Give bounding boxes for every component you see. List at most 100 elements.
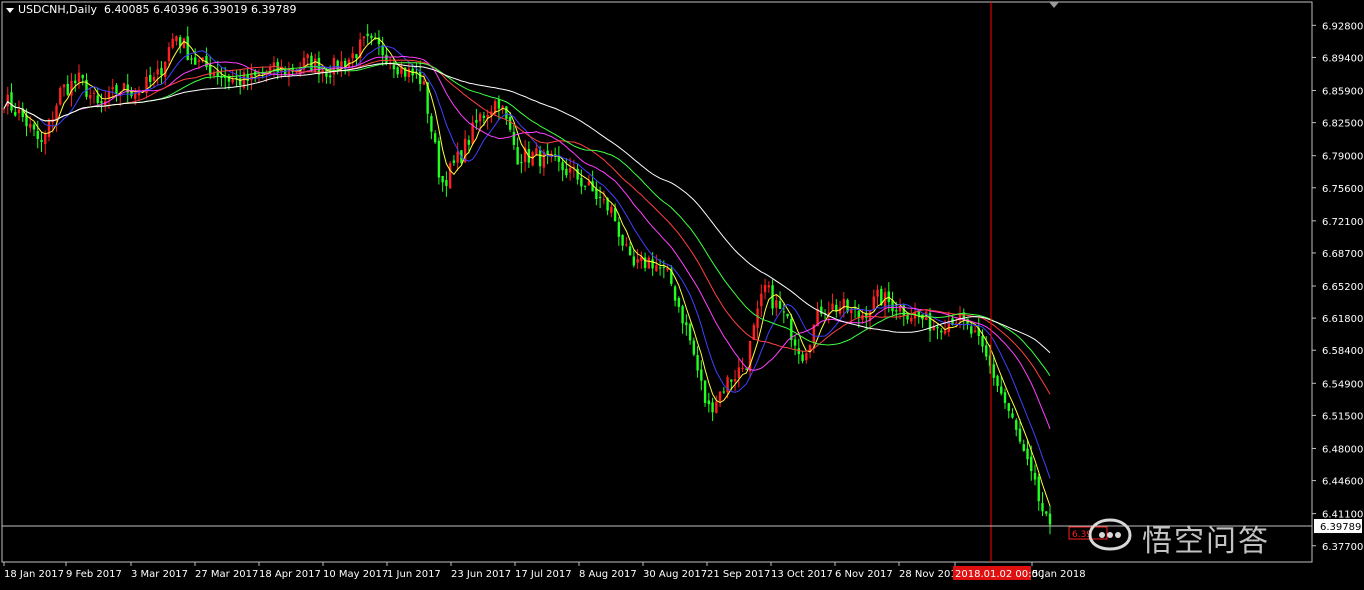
candle-body [580, 177, 583, 187]
candle-body [74, 80, 77, 84]
candle-body [452, 160, 456, 163]
candle [32, 122, 36, 137]
y-tick-label: 6.72100 [1322, 217, 1363, 228]
candle-body [482, 115, 486, 118]
candle-body [737, 367, 741, 379]
candle [160, 61, 163, 85]
candle [546, 142, 549, 165]
candle-body [512, 132, 516, 145]
candle [85, 73, 88, 100]
candle [876, 284, 879, 305]
candle-body [238, 78, 242, 86]
candle [752, 322, 756, 341]
candle-body [801, 354, 804, 362]
candle-body [194, 57, 197, 65]
candle-body [741, 367, 744, 369]
candle-body [692, 340, 696, 355]
candle [175, 35, 178, 46]
candle [152, 72, 156, 88]
candle [126, 73, 129, 103]
candle-body [190, 58, 193, 60]
candle [647, 255, 651, 269]
candle [1045, 510, 1048, 517]
candle-body [943, 330, 947, 334]
candle [452, 155, 456, 166]
candle-body [718, 391, 722, 402]
candle [707, 392, 711, 413]
candle [696, 346, 699, 378]
candle-body [583, 185, 587, 187]
candle-body [1033, 472, 1037, 480]
candle-body [621, 234, 624, 246]
candle-body [475, 120, 478, 123]
candle [302, 50, 306, 75]
candle [673, 284, 677, 307]
candle [553, 147, 557, 161]
candle [718, 391, 722, 408]
y-tick-label: 6.79000 [1322, 152, 1363, 163]
candle [223, 66, 227, 90]
y-tick-label: 6.41100 [1322, 510, 1363, 521]
candle [238, 69, 242, 95]
price-chart[interactable]: 6.92800 6.89400 6.85900 6.82500 6.79000 6.756… [0, 0, 1364, 586]
candle [430, 113, 433, 140]
candle-body [763, 284, 767, 293]
candle-body [152, 76, 156, 81]
chevron-down-icon[interactable] [6, 7, 14, 13]
candle [561, 158, 564, 182]
candle [977, 317, 980, 345]
candle [632, 248, 636, 268]
candle-body [715, 401, 718, 414]
candle-body [940, 330, 943, 333]
candle [516, 137, 519, 165]
candle [190, 54, 193, 65]
candle-body [355, 54, 358, 59]
chart-window[interactable]: 6.92800 6.89400 6.85900 6.82500 6.79000 6.756… [0, 0, 1364, 586]
candle [81, 74, 84, 86]
candle [445, 171, 448, 197]
candle [25, 108, 28, 137]
candle [14, 102, 17, 117]
candle [396, 66, 399, 78]
candle-body [595, 188, 598, 200]
candle-body [272, 62, 276, 67]
candle-body [1041, 503, 1044, 512]
candle [688, 322, 692, 345]
candle [748, 340, 752, 378]
ma-line-40 [3, 62, 1051, 376]
candle [816, 302, 819, 327]
candle-body [895, 310, 898, 312]
candle [1007, 402, 1010, 419]
x-tick-label: 3 Mar 2017 [131, 569, 188, 580]
candle [805, 352, 808, 364]
ma-line-5 [3, 37, 1051, 507]
candle [1003, 388, 1007, 409]
moving-averages-layer [3, 37, 1051, 507]
y-tick-label: 6.89400 [1322, 53, 1363, 64]
watermark-logo-icon [1088, 518, 1132, 551]
candle [891, 291, 894, 316]
candle-body [910, 317, 913, 322]
candle-body [531, 152, 534, 166]
candle-body [167, 47, 171, 62]
candle-body [992, 364, 995, 378]
candle [973, 325, 977, 333]
candle-body [707, 400, 711, 405]
candle [580, 169, 583, 195]
candle [448, 161, 452, 189]
candle [557, 146, 561, 172]
candle [17, 100, 21, 121]
candle [115, 83, 118, 102]
x-tick-label: 23 Jun 2017 [451, 569, 511, 580]
candle-body [336, 60, 339, 71]
candle [362, 35, 366, 47]
candle [797, 338, 801, 364]
candle-body [985, 345, 988, 357]
ma-line-20 [3, 56, 1051, 429]
candle-body [66, 83, 69, 95]
candle [310, 52, 313, 72]
candle [520, 153, 523, 174]
candle-body [677, 297, 681, 307]
candle-body [632, 256, 636, 266]
candle-body [673, 286, 677, 301]
